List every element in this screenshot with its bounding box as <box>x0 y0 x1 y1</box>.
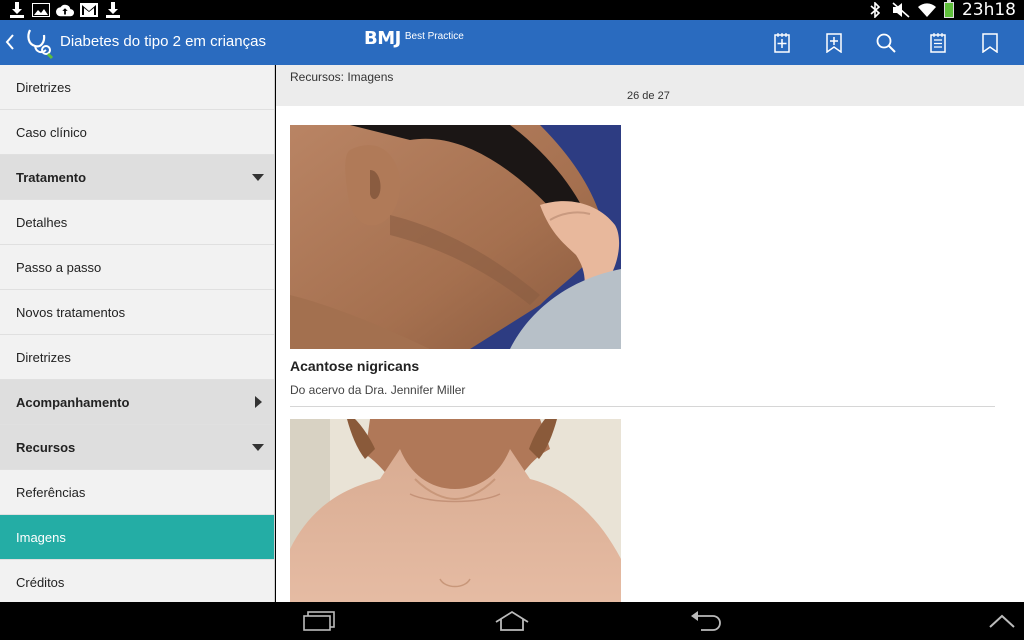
expand-up-button[interactable] <box>982 608 1022 634</box>
recent-apps-button[interactable] <box>300 608 340 634</box>
brand-mark: BMJ <box>364 28 401 49</box>
back-icon <box>691 611 721 631</box>
sidebar-item-label: Diretrizes <box>16 79 71 95</box>
sidebar-item-label: Créditos <box>16 574 65 590</box>
sidebar-item-diretrizes[interactable]: Diretrizes <box>0 65 274 110</box>
back-button[interactable] <box>686 608 726 634</box>
cloud-upload-icon <box>56 1 74 19</box>
action-bar: Diabetes do tipo 2 em crianças BMJ Best … <box>0 20 1024 65</box>
sidebar-item-label: Novos tratamentos <box>16 304 126 320</box>
download-icon <box>8 1 26 19</box>
image-icon <box>32 1 50 19</box>
sidebar-item-passo-a-passo[interactable]: Passo a passo <box>0 245 274 290</box>
up-navigation-icon[interactable] <box>4 32 16 52</box>
mute-icon <box>892 1 910 19</box>
sidebar-section-label: Recursos <box>16 439 76 455</box>
sidebar-item-label: Referências <box>16 484 86 500</box>
add-note-icon <box>774 32 790 53</box>
search-button[interactable] <box>860 20 912 65</box>
sidebar-section-recursos[interactable]: Recursos <box>0 425 274 470</box>
brand-logo: BMJ Best Practice <box>364 28 464 49</box>
sidebar-item-detalhes[interactable]: Detalhes <box>0 200 274 245</box>
sidebar-item-diretrizes-tratamento[interactable]: Diretrizes <box>0 335 274 380</box>
clock: 23h18 <box>961 0 1016 20</box>
sidebar-section-tratamento[interactable]: Tratamento <box>0 155 274 200</box>
brand-subtitle: Best Practice <box>404 31 464 42</box>
figure-image[interactable] <box>290 419 621 602</box>
add-note-button[interactable] <box>756 20 808 65</box>
sidebar-item-creditos[interactable]: Créditos <box>0 560 274 602</box>
section-title: Recursos: Imagens <box>290 70 394 84</box>
status-bar: 23h18 <box>0 0 1024 20</box>
wifi-icon <box>917 1 936 19</box>
sidebar-item-imagens[interactable]: Imagens <box>0 515 274 560</box>
figure-title: Acantose nigricans <box>290 358 420 374</box>
sidebar-item-label: Caso clínico <box>16 124 87 140</box>
home-button[interactable] <box>492 608 532 634</box>
figure-credit: Do acervo da Dra. Jennifer Miller <box>290 383 466 397</box>
bookmark-icon <box>982 32 998 53</box>
sidebar-section-acompanhamento[interactable]: Acompanhamento <box>0 380 274 425</box>
system-nav-bar <box>0 602 1024 640</box>
sidebar-item-referencias[interactable]: Referências <box>0 470 274 515</box>
sidebar-item-novos-tratamentos[interactable]: Novos tratamentos <box>0 290 274 335</box>
sidebar-item-caso-clinico[interactable]: Caso clínico <box>0 110 274 155</box>
figure-image[interactable] <box>290 125 621 349</box>
chevron-right-icon <box>255 396 262 408</box>
bluetooth-icon <box>866 1 884 19</box>
sidebar-section-label: Acompanhamento <box>16 394 130 410</box>
gmail-icon <box>80 1 98 19</box>
sidebar-section-label: Tratamento <box>16 169 87 185</box>
home-icon <box>495 610 529 631</box>
sidebar-item-label: Diretrizes <box>16 349 71 365</box>
content-header: Recursos: Imagens 26 de 27 <box>276 65 1024 106</box>
sidebar: Diretrizes Caso clínico Tratamento Detal… <box>0 65 275 602</box>
battery-icon <box>943 0 954 18</box>
add-bookmark-icon <box>826 32 842 53</box>
expand-up-icon <box>989 614 1015 628</box>
notes-icon <box>930 32 946 53</box>
image-counter: 26 de 27 <box>627 90 670 102</box>
sidebar-item-label: Detalhes <box>16 214 68 230</box>
chevron-down-icon <box>252 174 264 181</box>
download-icon <box>104 1 122 19</box>
notes-button[interactable] <box>912 20 964 65</box>
bookmark-button[interactable] <box>964 20 1016 65</box>
recent-apps-icon <box>303 611 335 631</box>
search-icon <box>876 33 896 53</box>
sidebar-item-label: Passo a passo <box>16 259 102 275</box>
page-title: Diabetes do tipo 2 em crianças <box>60 33 266 50</box>
main-content: Recursos: Imagens 26 de 27 Acantose nigr… <box>276 65 1024 602</box>
add-bookmark-button[interactable] <box>808 20 860 65</box>
stethoscope-app-icon[interactable] <box>20 24 56 60</box>
sidebar-item-label: Imagens <box>16 529 66 545</box>
divider <box>290 406 995 407</box>
chevron-down-icon <box>252 444 264 451</box>
